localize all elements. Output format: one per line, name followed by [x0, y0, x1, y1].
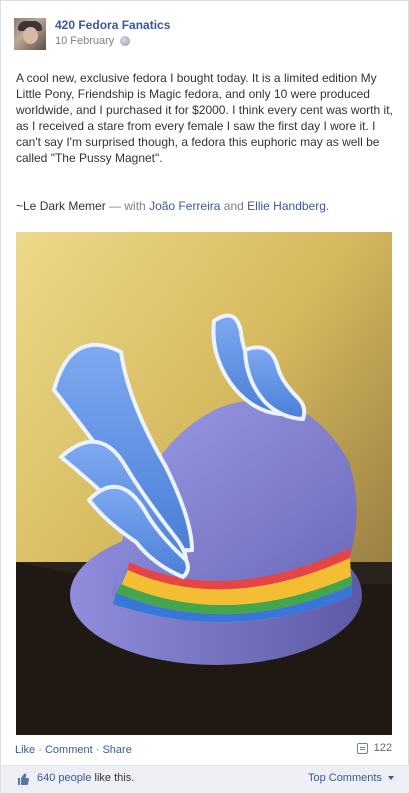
post-date[interactable]: 10 February: [55, 35, 114, 47]
globe-icon: [120, 36, 131, 46]
header-text: 420 Fedora Fanatics 10 February: [55, 18, 170, 47]
share-count-value: 122: [373, 742, 392, 754]
signoff-and: and: [223, 199, 244, 213]
fedora-photo: [16, 232, 392, 735]
page-name[interactable]: 420 Fedora Fanatics: [55, 18, 170, 32]
post-header: 420 Fedora Fanatics 10 February: [14, 18, 170, 50]
signoff-author: ~Le Dark Memer: [16, 199, 106, 213]
thumbs-up-icon: [18, 773, 29, 785]
post-signoff: ~Le Dark Memer — with João Ferreira and …: [16, 198, 329, 214]
likes-text: 640 people like this.: [37, 771, 134, 785]
action-separator: ·: [38, 744, 45, 756]
post-photo[interactable]: [16, 232, 392, 735]
tagged-user-2[interactable]: Ellie Handberg.: [247, 199, 329, 213]
like-link[interactable]: Like: [15, 744, 35, 756]
page-avatar[interactable]: [14, 18, 46, 50]
share-link[interactable]: Share: [102, 744, 131, 756]
likes-suffix: like this.: [91, 772, 135, 784]
likes-summary-bar: 640 people like this. Top Comments: [1, 765, 409, 793]
chevron-down-icon: [388, 776, 394, 780]
top-comments-dropdown[interactable]: Top Comments: [308, 771, 394, 785]
tagged-user-1[interactable]: João Ferreira: [149, 199, 220, 213]
post-body-text: A cool new, exclusive fedora I bought to…: [16, 71, 397, 165]
comment-link[interactable]: Comment: [45, 744, 93, 756]
post-actions: Like · Comment · Share: [15, 743, 132, 757]
avatar-face-icon: [23, 27, 38, 44]
likes-count-link[interactable]: 640 people: [37, 772, 91, 784]
facebook-post-card: 420 Fedora Fanatics 10 February A cool n…: [0, 0, 409, 793]
top-comments-label: Top Comments: [307, 772, 382, 784]
share-count[interactable]: 122: [356, 742, 392, 754]
signoff-with: — with: [109, 199, 146, 213]
post-meta: 10 February: [55, 35, 170, 47]
share-icon: [356, 742, 368, 754]
